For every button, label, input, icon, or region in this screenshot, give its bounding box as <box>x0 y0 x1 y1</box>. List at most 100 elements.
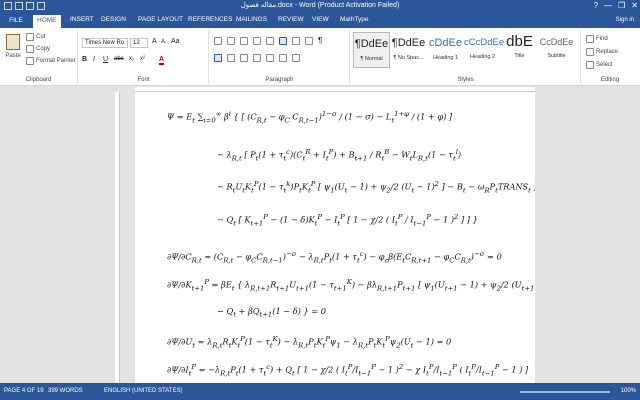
font-name-select[interactable]: Times New Ro <box>82 38 128 48</box>
sign-in-link[interactable]: Sign in <box>616 17 634 23</box>
font-color-button[interactable]: A <box>159 56 165 65</box>
select-button[interactable]: Select <box>586 61 613 69</box>
paragraph-row-1: ¶ <box>214 37 322 45</box>
tab-view[interactable]: VIEW <box>312 16 329 23</box>
format-painter-button[interactable]: Format Painter <box>26 57 76 65</box>
title-bar: مقاله فصول.docx - Word (Product Activati… <box>0 0 640 13</box>
equation-lagrangian-line-3[interactable]: − RtUtKtP(1 − τtk)PtKtP [ ψ1(Ut − 1) + ψ… <box>217 180 535 194</box>
align-right-icon[interactable] <box>240 54 248 62</box>
tab-insert[interactable]: INSERT <box>70 16 94 23</box>
sort-icon[interactable] <box>305 37 313 45</box>
rtl-icon[interactable] <box>292 37 300 45</box>
paste-icon <box>6 34 20 50</box>
style-normal-name: ¶ Normal <box>360 56 383 62</box>
italic-button[interactable]: I <box>93 56 95 63</box>
vertical-ruler[interactable] <box>115 92 120 382</box>
equation-lagrangian-line-2[interactable]: − λR,t [ Pt(1 + τtc)(CtR + ItP) + Bt+1 /… <box>217 148 461 162</box>
tab-home[interactable]: HOME <box>33 15 61 28</box>
tab-design[interactable]: DESIGN <box>101 16 126 23</box>
styles-group-label: Styles <box>457 77 474 83</box>
ltr-icon[interactable] <box>279 37 287 45</box>
paragraph-group: ¶ Paragraph <box>210 30 350 84</box>
replace-icon <box>586 48 594 56</box>
decrease-indent-icon[interactable] <box>253 37 261 45</box>
ribbon-tabs: FILE HOME INSERT DESIGN PAGE LAYOUT REFE… <box>0 13 640 28</box>
replace-button[interactable]: Replace <box>586 48 618 56</box>
style-heading-2-preview: cCcDdEe <box>464 37 505 48</box>
shrink-font-button[interactable]: A <box>161 39 165 45</box>
clipboard-group: Paste Cut Copy Format Painter Clipboard <box>0 30 78 84</box>
grow-font-button[interactable]: A <box>152 38 157 45</box>
tab-mathtype[interactable]: MathType <box>340 16 369 23</box>
multilevel-list-icon[interactable] <box>240 37 248 45</box>
subscript-button[interactable]: x₂ <box>129 56 134 62</box>
tab-review[interactable]: REVIEW <box>278 16 304 23</box>
increase-indent-icon[interactable] <box>266 37 274 45</box>
underline-button[interactable]: U <box>103 56 108 63</box>
equation-lagrangian-line-4[interactable]: − Qt [ Kt+1P − (1 − δ)KtP − ItP [ 1 − χ/… <box>217 213 478 227</box>
format-painter-label: Format Painter <box>36 58 76 64</box>
equation-foc-consumption[interactable]: ∂Ψ/∂CR,t = (CR,t − φCCR,t−1)−σ − λR,tPt(… <box>167 250 502 264</box>
language-indicator[interactable]: ENGLISH (UNITED STATES) <box>104 388 182 394</box>
find-button[interactable]: Find <box>586 35 608 43</box>
style-heading-2-name: Heading 2 <box>469 54 496 60</box>
document-page[interactable]: Ψ = Et ∑i=0∞ βi { [ (CR,t − φC CR,t−1)1−… <box>135 92 535 383</box>
show-marks-button[interactable]: ¶ <box>318 37 322 45</box>
style-heading-2[interactable]: cCcDdEe Heading 2 <box>464 32 505 68</box>
close-button[interactable]: ✕ <box>631 1 638 10</box>
equation-foc-capital[interactable]: ∂Ψ/∂Kt+1P = βEt { λR,t+1Rt+1Ut+1(1 − τt+… <box>167 278 535 292</box>
justify-icon[interactable] <box>253 54 261 62</box>
style-heading-1[interactable]: cDdEe Heading 1 <box>427 32 464 68</box>
style-subtitle-name: Subtitle <box>547 53 566 59</box>
tab-references[interactable]: REFERENCES <box>188 16 232 23</box>
style-title-name: Title <box>514 53 525 59</box>
copy-button[interactable]: Copy <box>26 45 50 53</box>
help-button[interactable]: ? <box>594 1 598 10</box>
word-count[interactable]: 399 WORDS <box>48 388 83 394</box>
style-normal[interactable]: ¶DdEe ¶ Normal <box>353 32 390 68</box>
borders-icon[interactable] <box>292 54 300 62</box>
paste-label: Paste <box>5 53 21 59</box>
style-normal-preview: ¶DdEe <box>354 38 389 50</box>
shading-icon[interactable] <box>279 54 287 62</box>
font-size-select[interactable]: 12 <box>130 38 148 48</box>
change-case-button[interactable]: Aa <box>171 38 180 45</box>
bold-button[interactable]: B <box>82 56 87 63</box>
numbering-icon[interactable] <box>227 37 235 45</box>
superscript-button[interactable]: x² <box>140 56 145 62</box>
line-spacing-icon[interactable] <box>266 54 274 62</box>
restore-button[interactable]: ❐ <box>618 1 625 10</box>
strikethrough-button[interactable]: abc <box>114 56 124 62</box>
ribbon: Paste Cut Copy Format Painter Clipboard … <box>0 28 640 86</box>
zoom-slider[interactable] <box>520 391 610 393</box>
style-no-spacing[interactable]: ¶DdEe ¶ No Spac... <box>390 32 427 68</box>
copy-icon <box>26 45 34 53</box>
styles-group: ¶DdEe ¶ Normal ¶DdEe ¶ No Spac... cDdEe Hea… <box>351 30 581 84</box>
style-subtitle[interactable]: CcDdEe Subtitle <box>538 32 575 68</box>
brush-icon <box>26 57 34 65</box>
zoom-level[interactable]: 100% <box>621 388 636 394</box>
equation-foc-investment[interactable]: ∂Ψ/∂ItP = −λR,tPt(1 + τtc) + Qt [ 1 − χ/… <box>167 363 528 377</box>
equation-lagrangian-line-1[interactable]: Ψ = Et ∑i=0∞ βi { [ (CR,t − φC CR,t−1)1−… <box>167 110 452 124</box>
page-count[interactable]: PAGE 4 OF 19 <box>4 388 44 394</box>
select-label: Select <box>596 62 613 68</box>
align-left-icon[interactable] <box>214 54 222 62</box>
scissors-icon <box>26 33 34 41</box>
style-title-preview: dbE <box>506 33 533 50</box>
tab-file[interactable]: FILE <box>0 13 32 28</box>
equation-foc-capital-cont[interactable]: − Qt + βQt+1(1 − δ) } = 0 <box>217 306 326 319</box>
paragraph-group-label: Paragraph <box>265 77 294 83</box>
paste-button[interactable]: Paste <box>4 34 22 66</box>
align-center-icon[interactable] <box>227 54 235 62</box>
minimize-button[interactable]: — <box>604 1 612 10</box>
status-bar: PAGE 4 OF 19 399 WORDS ENGLISH (UNITED S… <box>0 383 640 400</box>
tab-page-layout[interactable]: PAGE LAYOUT <box>138 16 183 23</box>
search-icon <box>586 35 594 43</box>
equation-foc-utilization[interactable]: ∂Ψ/∂Ut = λR,tRtKtP(1 − τtK) − λR,tPtKtPψ… <box>167 335 451 349</box>
tab-mailings[interactable]: MAILINGS <box>236 16 267 23</box>
copy-label: Copy <box>36 46 51 52</box>
replace-label: Replace <box>596 49 619 55</box>
cut-button[interactable]: Cut <box>26 33 45 41</box>
style-title[interactable]: dbE Title <box>501 32 538 68</box>
bullets-icon[interactable] <box>214 37 222 45</box>
